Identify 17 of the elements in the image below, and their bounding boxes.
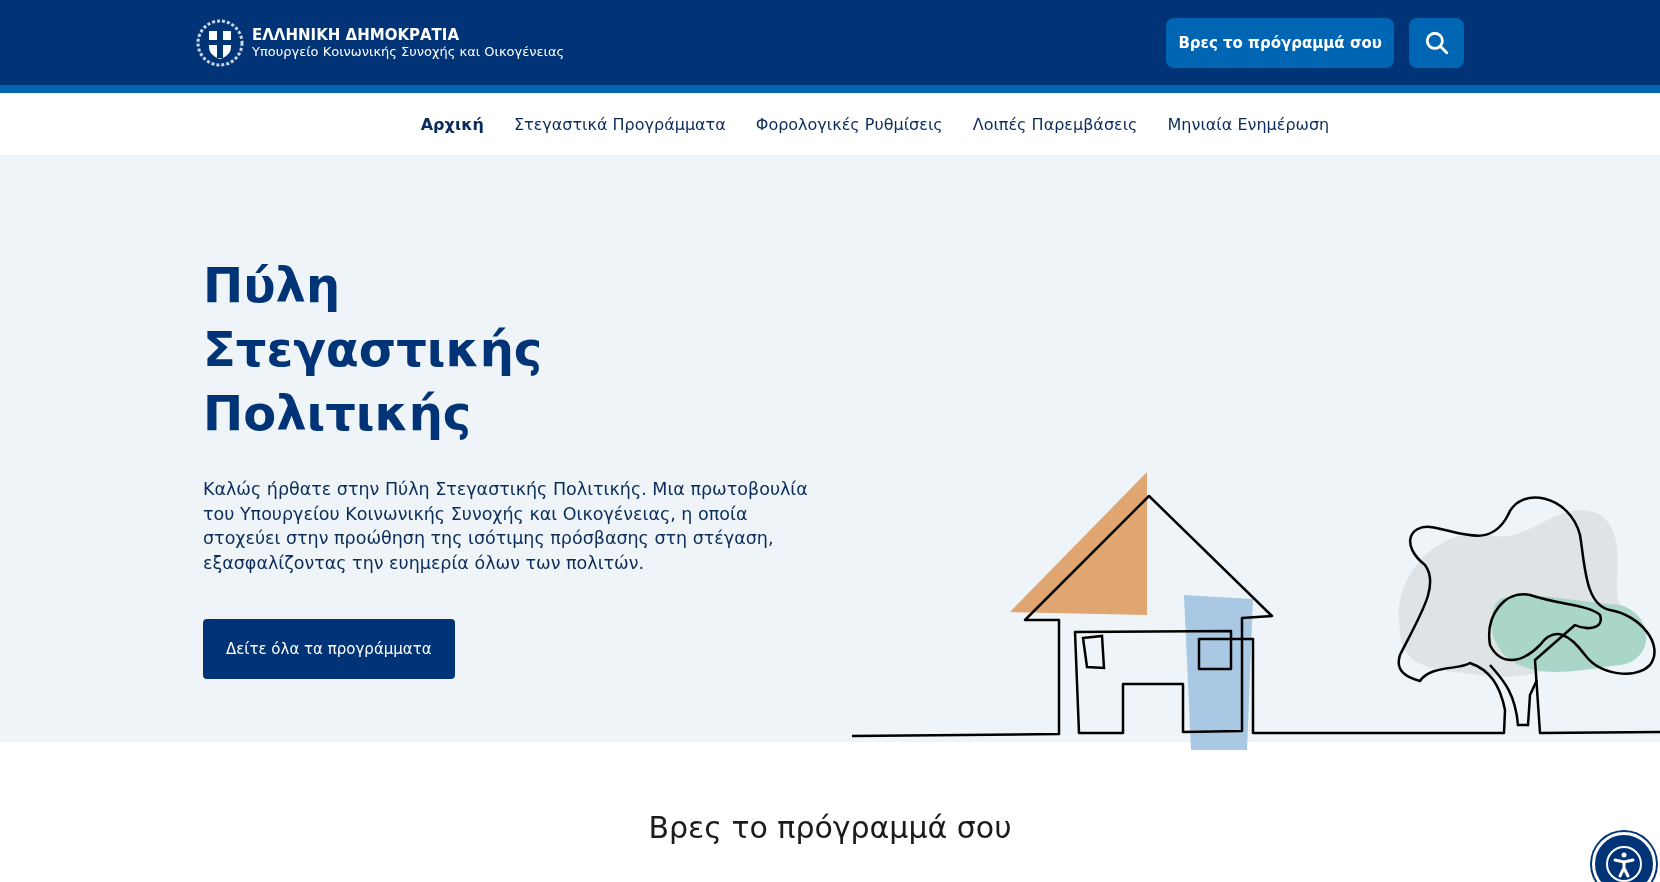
- ministry-name: Υπουργείο Κοινωνικής Συνοχής και Οικογένειας: [252, 44, 565, 59]
- all-programs-button[interactable]: Δείτε όλα τα προγράμματα: [203, 619, 455, 679]
- republic-title: ΕΛΛΗΝΙΚΗ ΔΗΜΟΚΡΑΤΙΑ: [252, 26, 461, 44]
- nav-link[interactable]: Μηνιαία Ενημέρωση: [1167, 114, 1330, 134]
- nav-link[interactable]: Αρχική: [420, 114, 484, 134]
- nav-link[interactable]: Λοιπές Παρεμβάσεις: [972, 114, 1138, 134]
- accessibility-button[interactable]: [1592, 832, 1656, 882]
- search-button[interactable]: [1409, 17, 1464, 68]
- nav-link[interactable]: Φορολογικές Ρυθμίσεις: [755, 114, 943, 134]
- search-icon: [1423, 29, 1450, 56]
- hero-title: Πύλη Στεγαστικής Πολιτικής: [203, 256, 544, 443]
- find-program-button[interactable]: Βρες το πρόγραμμά σου: [1166, 17, 1394, 68]
- nav-link[interactable]: Στεγαστικά Προγράμματα: [513, 114, 726, 134]
- coat-of-arms-icon: [196, 18, 244, 67]
- section-heading: Βρες το πρόγραμμά σου: [648, 810, 1012, 845]
- accessibility-icon: [1604, 844, 1644, 882]
- hero-text: Καλώς ήρθατε στην Πύλη Στεγαστικής Πολιτικής. Μια πρωτοβουλία του Υπουργείου Κοινωνικής Συνοχής και Οικογένειας, η οποία στοχεύει στην προώθηση της ισότιμης πρόσβασης στη στέγαση, εξασφαλίζοντας την ευημερία όλων των πολιτών.: [203, 478, 809, 575]
